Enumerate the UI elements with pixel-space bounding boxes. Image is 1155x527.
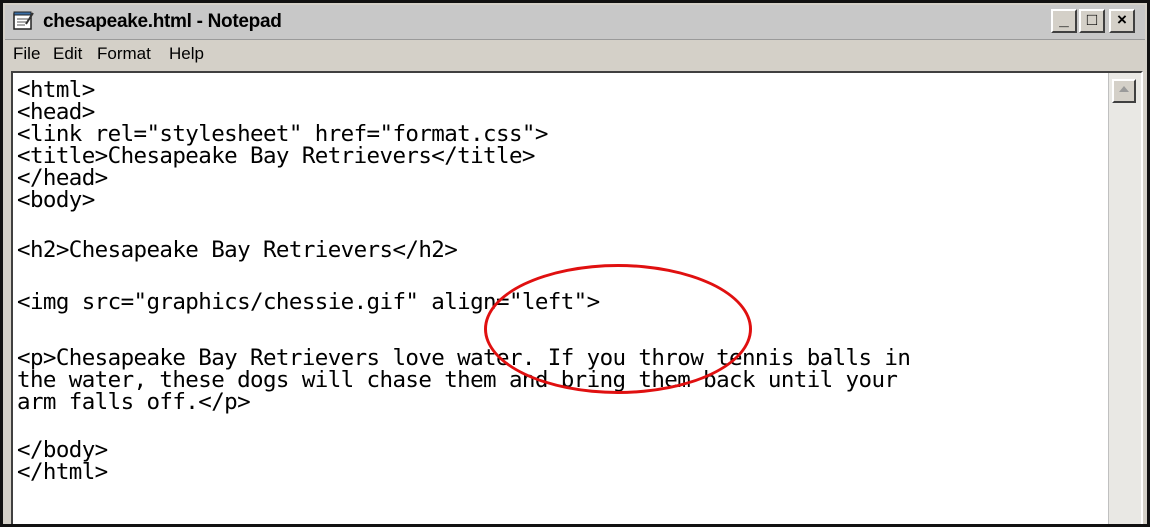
menu-file[interactable]: File [13,44,40,64]
code-line: arm falls off.</p> [17,389,251,415]
maximize-button[interactable]: □ [1079,9,1105,33]
vertical-scrollbar[interactable] [1108,73,1141,524]
code-line: <h2>Chesapeake Bay Retrievers</h2> [17,237,458,263]
menu-format[interactable]: Format [97,44,151,64]
close-button[interactable]: × [1109,9,1135,33]
menu-edit[interactable]: Edit [53,44,82,64]
code-line: </html> [17,459,108,485]
menu-help[interactable]: Help [169,44,204,64]
code-line: <img src="graphics/chessie.gif" align="l… [17,289,600,315]
scroll-up-button[interactable] [1112,79,1136,103]
notepad-icon [13,11,34,30]
notepad-window: chesapeake.html - Notepad _ □ × File Edi… [0,0,1150,527]
code-line: <body> [17,187,95,213]
arrow-up-icon [1119,86,1129,92]
title-bar[interactable]: chesapeake.html - Notepad _ □ × [5,5,1145,40]
text-editor[interactable]: <html> <head> <link rel="stylesheet" hre… [11,71,1143,524]
minimize-button[interactable]: _ [1051,9,1077,33]
menu-bar: File Edit Format Help [5,40,1145,68]
editor-text[interactable]: <html> <head> <link rel="stylesheet" hre… [17,77,1101,524]
window-title: chesapeake.html - Notepad [43,11,282,32]
